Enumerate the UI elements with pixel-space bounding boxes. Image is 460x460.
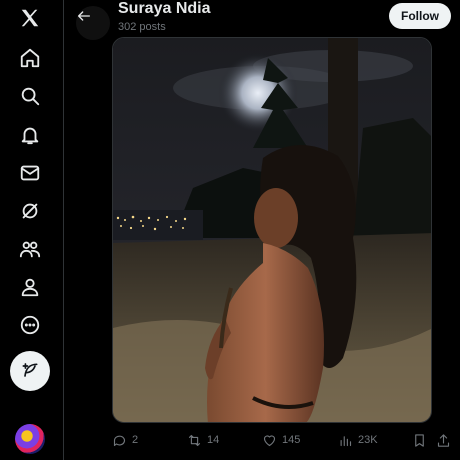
communities-icon[interactable] <box>10 229 50 269</box>
x-logo-icon[interactable] <box>10 0 50 38</box>
like-button[interactable]: 145 <box>262 430 300 450</box>
media-gap <box>432 37 450 423</box>
post-photo[interactable] <box>112 37 432 423</box>
messages-icon[interactable] <box>10 153 50 193</box>
home-icon[interactable] <box>10 38 50 78</box>
profile-icon[interactable] <box>10 267 50 307</box>
repost-count: 14 <box>207 434 220 446</box>
notifications-icon[interactable] <box>10 115 50 155</box>
bookmark-button[interactable] <box>412 430 427 450</box>
reply-count: 2 <box>132 434 139 446</box>
left-nav <box>0 0 60 460</box>
analytics-icon <box>340 435 352 446</box>
share-button[interactable] <box>436 430 451 450</box>
views-button[interactable]: 23K <box>338 430 378 450</box>
like-count: 145 <box>282 434 301 446</box>
arrow-left-icon <box>78 11 90 21</box>
account-avatar[interactable] <box>15 424 45 454</box>
grok-icon[interactable] <box>10 191 50 231</box>
profile-display-name: Suraya Ndia <box>118 0 211 17</box>
post-actions: 2 14 145 23K <box>112 430 452 450</box>
share-icon <box>437 433 450 447</box>
compose-post-button[interactable] <box>10 351 50 391</box>
profile-post-count: 302 posts <box>118 21 166 33</box>
heart-icon <box>263 434 276 446</box>
bookmark-icon <box>415 433 424 447</box>
repost-button[interactable]: 14 <box>187 430 219 450</box>
views-count: 23K <box>358 434 378 446</box>
search-icon[interactable] <box>10 76 50 116</box>
follow-button[interactable]: Follow <box>389 3 451 29</box>
back-button[interactable] <box>70 4 98 28</box>
feather-plus-icon <box>22 363 38 377</box>
repost-icon <box>188 434 201 446</box>
more-icon[interactable] <box>10 305 50 345</box>
reply-button[interactable]: 2 <box>112 430 138 450</box>
nav-divider <box>63 0 64 460</box>
reply-icon <box>113 435 126 446</box>
